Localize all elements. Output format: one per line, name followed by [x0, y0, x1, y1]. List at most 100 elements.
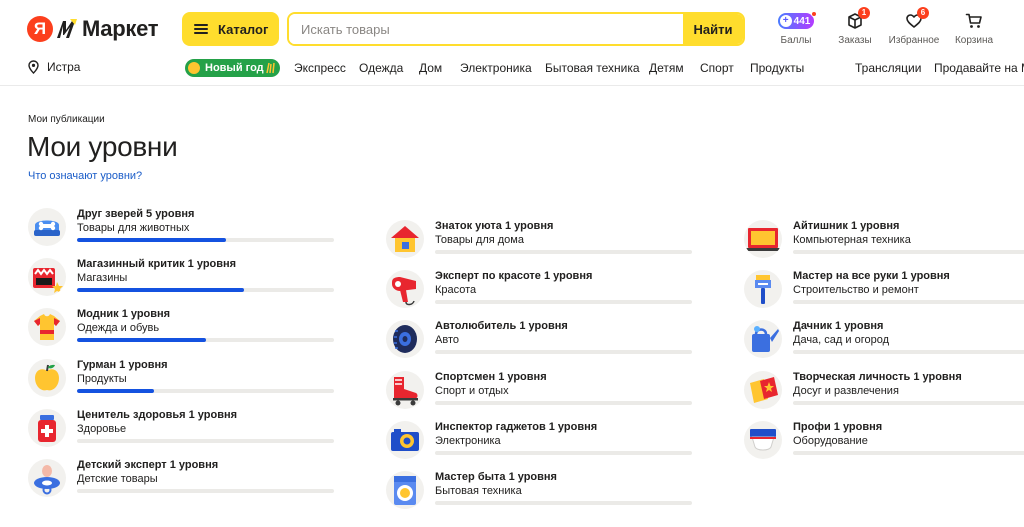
level-card[interactable]: Мастер быта 1 уровня Бытовая техника [386, 471, 696, 515]
catalog-label: Каталог [218, 21, 269, 37]
logo-market-sign-icon [55, 16, 77, 42]
pacifier-icon [28, 459, 66, 497]
orders-button[interactable]: 1 Заказы [825, 7, 885, 48]
level-progress-track [77, 288, 334, 292]
nav-item-kids[interactable]: Детям [649, 61, 684, 75]
orders-label: Заказы [838, 35, 872, 46]
camera-icon [386, 421, 424, 459]
level-title: Гурман 1 уровня [77, 359, 168, 371]
level-category: Бытовая техника [435, 485, 522, 497]
location-pin-icon [28, 60, 39, 74]
favorites-count-badge: 6 [917, 7, 929, 19]
level-title: Дачник 1 уровня [793, 320, 884, 332]
shop-icon [28, 258, 66, 296]
nav-item-electronics[interactable]: Электроника [460, 61, 532, 75]
nav-item-home[interactable]: Дом [419, 61, 442, 75]
nav-item-express[interactable]: Экспресс [294, 61, 346, 75]
level-progress-track [793, 350, 1024, 354]
level-card[interactable]: Ценитель здоровья 1 уровня Здоровье [28, 409, 338, 453]
level-progress-track [77, 389, 334, 393]
level-card[interactable]: Магазинный критик 1 уровня Магазины [28, 258, 338, 302]
level-card[interactable]: Спортсмен 1 уровня Спорт и отдых [386, 371, 696, 415]
page-title: Мои уровни [27, 131, 178, 162]
nav-item-clothes[interactable]: Одежда [359, 61, 403, 75]
level-progress-track [793, 401, 1024, 405]
nav-item-appliances[interactable]: Бытовая техника [545, 61, 640, 75]
favorites-label: Избранное [888, 35, 940, 46]
search-input[interactable] [289, 14, 683, 44]
tshirt-icon [28, 308, 66, 346]
level-card[interactable]: Айтишник 1 уровня Компьютерная техника [744, 220, 1024, 264]
location-selector[interactable]: Истра [28, 60, 80, 74]
nav-item-broadcasts[interactable]: Трансляции [855, 61, 921, 75]
favorites-button[interactable]: 6 Избранное [884, 7, 944, 48]
level-title: Профи 1 уровня [793, 421, 883, 433]
medicine-icon [28, 409, 66, 447]
level-category: Оборудование [793, 435, 868, 447]
level-card[interactable]: Знаток уюта 1 уровня Товары для дома [386, 220, 696, 264]
tinsel-icon [266, 62, 275, 74]
header: Я Маркет Каталог Найти + 441 Баллы [0, 0, 1024, 86]
breadcrumb[interactable]: Мои публикации [28, 114, 105, 125]
levels-help-link[interactable]: Что означают уровни? [28, 170, 142, 182]
level-category: Одежда и обувь [77, 322, 160, 334]
cart-button[interactable]: Корзина [944, 10, 1004, 48]
equipment-icon [744, 421, 782, 459]
level-card[interactable]: Модник 1 уровня Одежда и обувь [28, 308, 338, 352]
level-card[interactable]: Друг зверей 5 уровня Товары для животных [28, 208, 338, 252]
laptop-icon [744, 220, 782, 258]
level-category: Продукты [77, 373, 127, 385]
level-title: Эксперт по красоте 1 уровня [435, 270, 593, 282]
notification-dot [811, 11, 818, 17]
nav-item-sell[interactable]: Продавайте на Ма [934, 61, 1024, 75]
level-progress-track [435, 300, 692, 304]
level-card[interactable]: Мастер на все руки 1 уровня Строительств… [744, 270, 1024, 314]
level-card[interactable]: Профи 1 уровня Оборудование [744, 421, 1024, 465]
market-logo[interactable]: Я Маркет [27, 14, 159, 44]
ornament-icon [188, 62, 200, 74]
logo-text: Маркет [82, 16, 159, 41]
level-progress-track [435, 501, 692, 505]
points-value: 441 [793, 15, 811, 27]
level-progress-track [435, 401, 692, 405]
level-card[interactable]: Детский эксперт 1 уровня Детские товары [28, 459, 338, 503]
level-category: Детские товары [77, 473, 158, 485]
nav-item-sport[interactable]: Спорт [700, 61, 734, 75]
search-bar: Найти [287, 12, 745, 46]
level-card[interactable]: Творческая личность 1 уровня Досуг и раз… [744, 371, 1024, 415]
level-title: Детский эксперт 1 уровня [77, 459, 219, 471]
new-year-chip[interactable]: Новый год [185, 59, 280, 77]
cart-icon [965, 13, 982, 28]
level-card[interactable]: Инспектор гаджетов 1 уровня Электроника [386, 421, 696, 465]
level-card[interactable]: Автолюбитель 1 уровня Авто [386, 320, 696, 364]
level-progress-fill [77, 338, 206, 342]
level-title: Автолюбитель 1 уровня [435, 320, 568, 332]
level-progress-track [77, 489, 334, 493]
search-button[interactable]: Найти [683, 14, 743, 44]
nav-item-groceries[interactable]: Продукты [750, 61, 804, 75]
points-button[interactable]: + 441 Баллы [766, 10, 826, 48]
level-progress-track [77, 439, 334, 443]
level-category: Товары для дома [435, 234, 524, 246]
level-title: Знаток уюта 1 уровня [435, 220, 554, 232]
level-progress-fill [77, 389, 155, 393]
location-label: Истра [47, 60, 81, 74]
level-card[interactable]: Дачник 1 уровня Дача, сад и огород [744, 320, 1024, 364]
points-badge: + 441 [777, 11, 818, 29]
catalog-button[interactable]: Каталог [182, 12, 279, 46]
level-card[interactable]: Эксперт по красоте 1 уровня Красота [386, 270, 696, 314]
level-title: Ценитель здоровья 1 уровня [77, 409, 238, 421]
level-title: Мастер на все руки 1 уровня [793, 270, 950, 282]
level-card[interactable]: Гурман 1 уровня Продукты [28, 359, 338, 403]
level-title: Магазинный критик 1 уровня [77, 258, 237, 270]
level-title: Мастер быта 1 уровня [435, 471, 557, 483]
level-progress-fill [77, 238, 227, 242]
level-title: Модник 1 уровня [77, 308, 171, 320]
level-category: Здоровье [77, 423, 127, 435]
level-progress-fill [77, 288, 245, 292]
level-category: Магазины [77, 272, 128, 284]
level-progress-track [793, 300, 1024, 304]
tickets-icon [744, 371, 782, 409]
tire-icon [386, 320, 424, 358]
level-category: Дача, сад и огород [793, 334, 889, 346]
